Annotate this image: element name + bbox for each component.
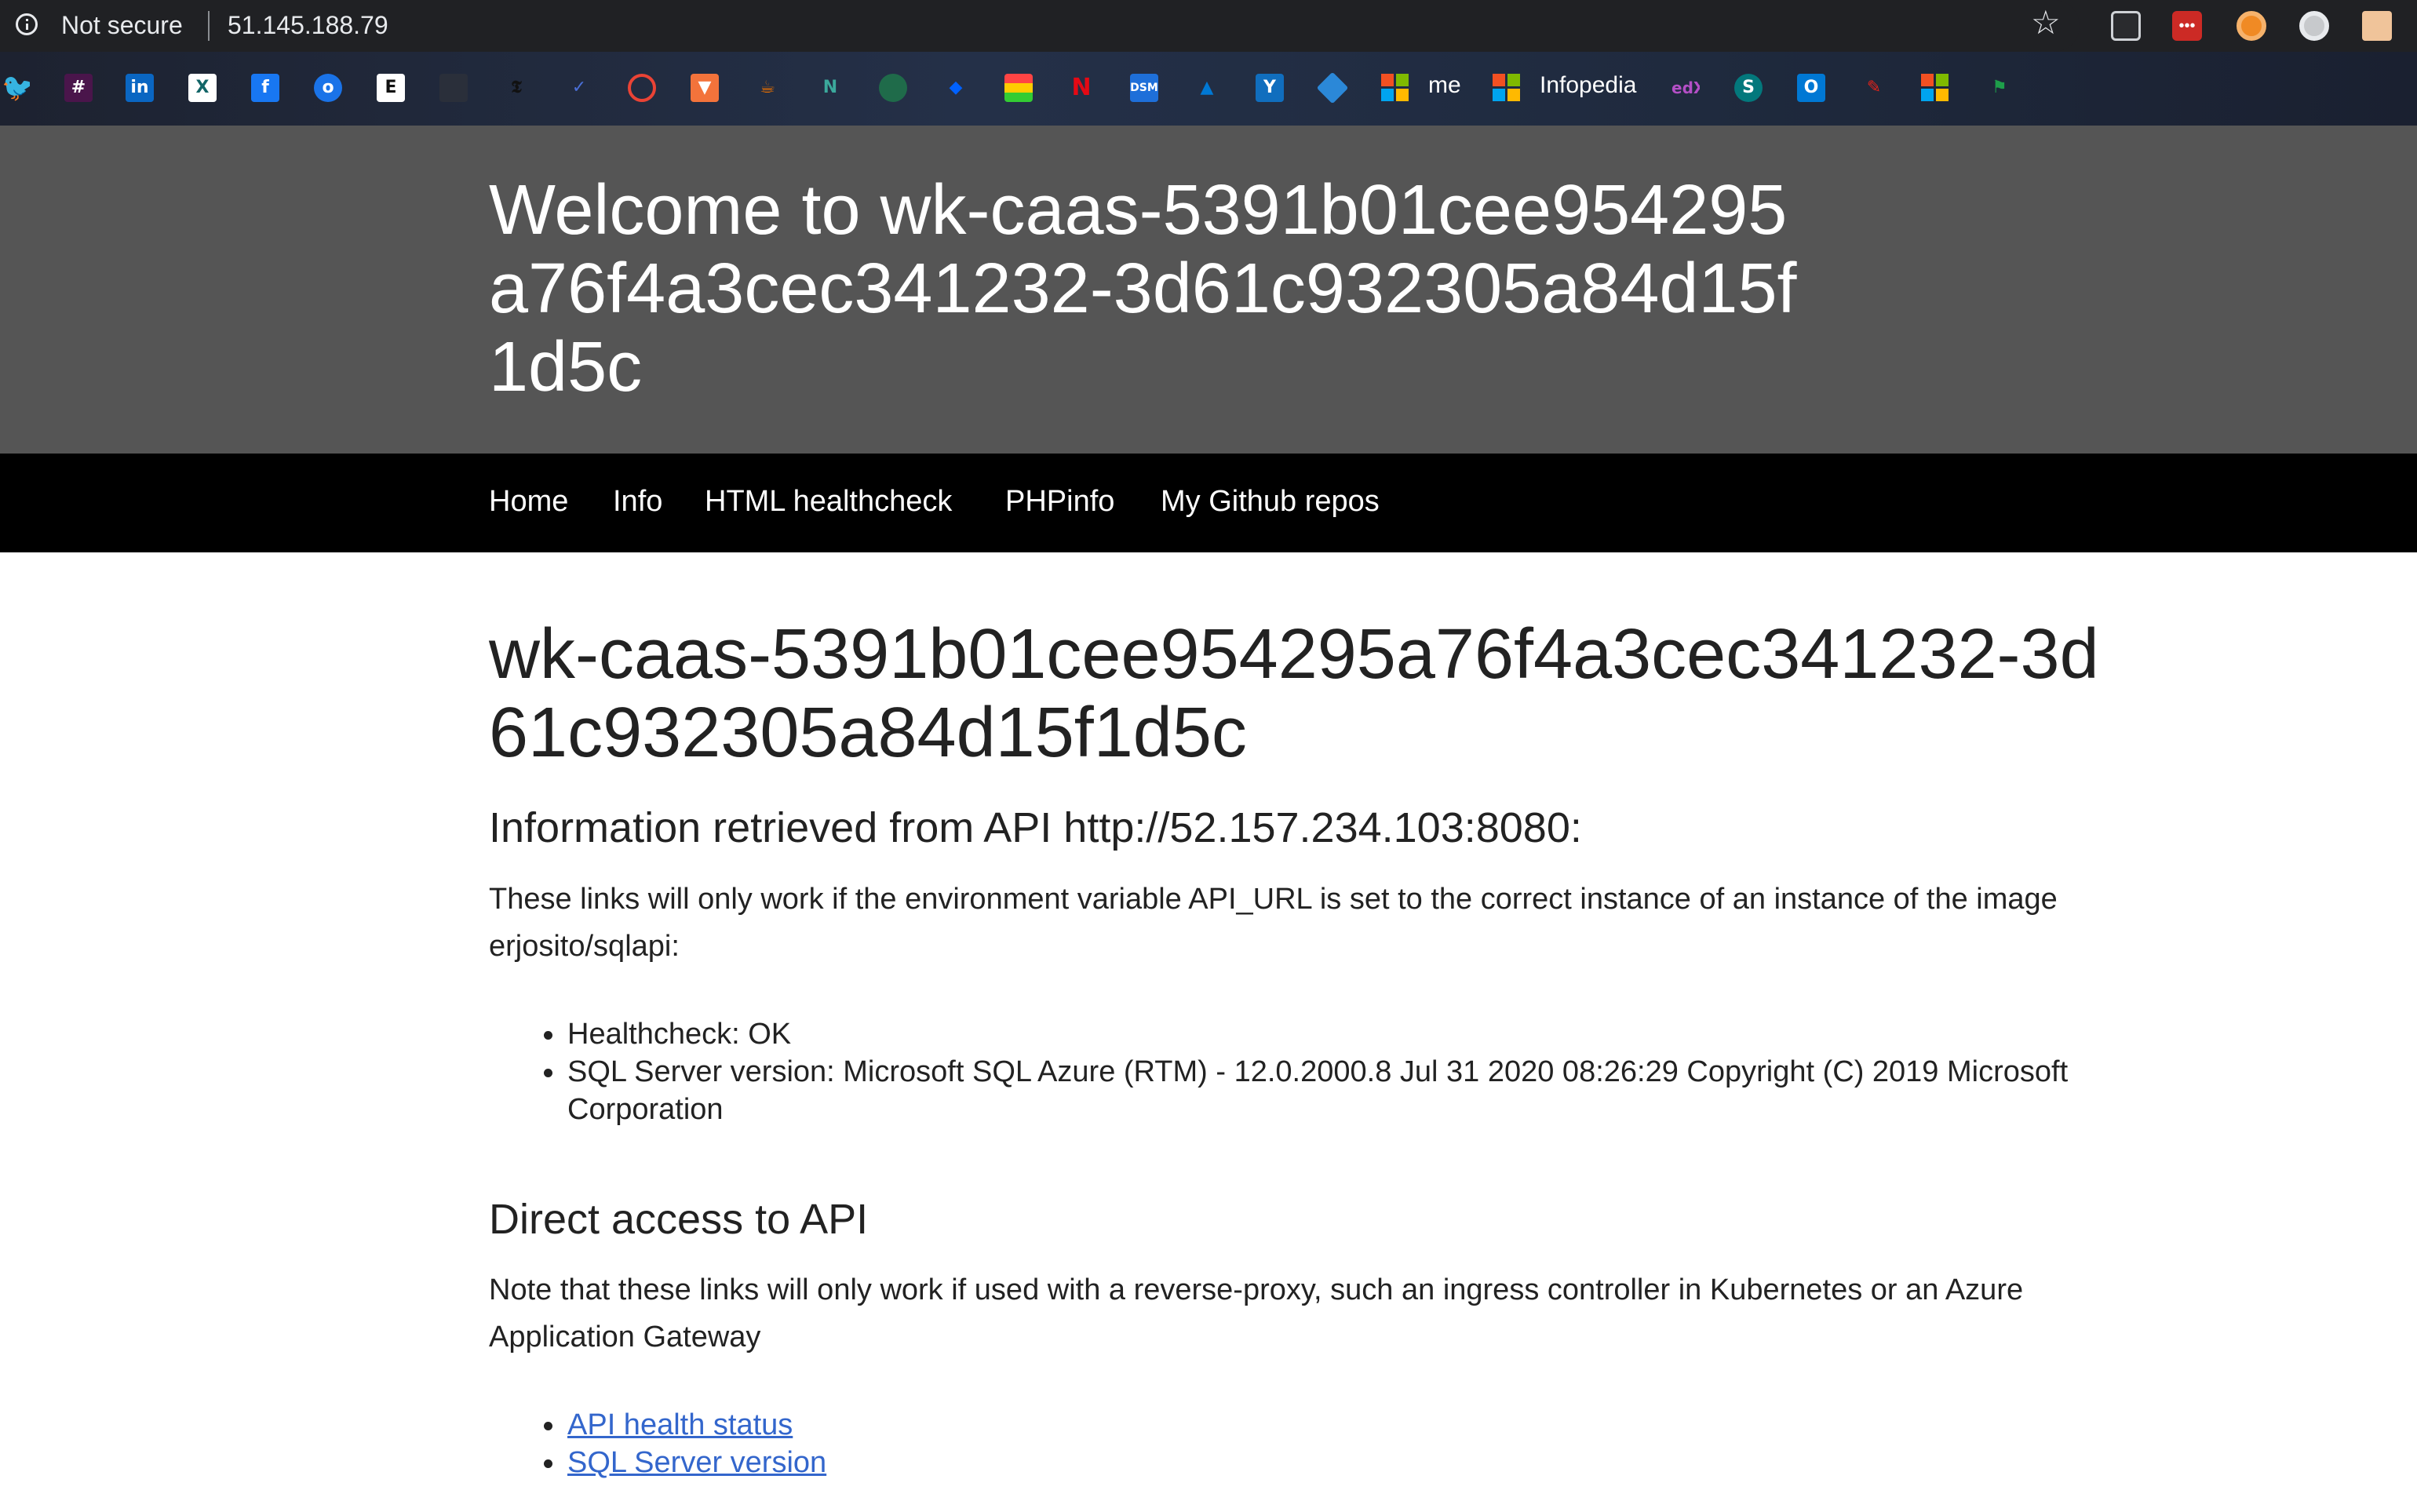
yammer-icon[interactable]: Y bbox=[1256, 74, 1284, 102]
bookmarks-bar: 🐦 # in X f o E 𝕿 ✓ ▼ ☕ N ◆ N DSM ▲ Y me … bbox=[0, 52, 2417, 126]
list-item: SQL Server version: Microsoft SQL Azure … bbox=[489, 1053, 2098, 1128]
facebook-icon[interactable]: f bbox=[251, 74, 279, 102]
diamond-icon[interactable] bbox=[1316, 71, 1349, 104]
direct-access-heading: Direct access to API bbox=[489, 1196, 869, 1243]
microsoft-logo-icon[interactable] bbox=[1493, 74, 1521, 102]
api-info-heading: Information retrieved from API http://52… bbox=[489, 804, 1582, 851]
green-flag-icon[interactable]: ⚑ bbox=[1985, 74, 2014, 102]
list-item: API health status bbox=[489, 1406, 2098, 1444]
nav-info[interactable]: Info bbox=[613, 485, 662, 519]
brave-icon[interactable]: ▼ bbox=[691, 74, 719, 102]
bookmark-me[interactable]: me bbox=[1428, 72, 1461, 99]
direct-access-description: Note that these links will only work if … bbox=[489, 1273, 2024, 1354]
xing-icon[interactable]: X bbox=[188, 74, 217, 102]
twitter-icon[interactable]: 🐦 bbox=[2, 74, 30, 102]
site-header: Welcome to wk-caas-5391b01cee954295a76f4… bbox=[0, 126, 2417, 454]
outlook-icon[interactable]: O bbox=[1797, 74, 1825, 102]
api-info-list: Healthcheck: OK SQL Server version: Micr… bbox=[489, 1015, 2098, 1128]
e-icon[interactable]: E bbox=[377, 74, 405, 102]
sql-server-version-link[interactable]: SQL Server version bbox=[567, 1446, 826, 1479]
direct-access-links: API health status SQL Server version bbox=[489, 1406, 2098, 1481]
security-status[interactable]: Not secure bbox=[61, 11, 183, 40]
site-title: Welcome to wk-caas-5391b01cee954295a76f4… bbox=[489, 171, 1797, 406]
info-icon[interactable] bbox=[16, 13, 38, 35]
screenshot-extension-icon[interactable] bbox=[2111, 11, 2141, 41]
slack-icon[interactable]: # bbox=[64, 74, 93, 102]
page-heading: wk-caas-5391b01cee954295a76f4a3cec341232… bbox=[489, 615, 2099, 772]
ring-icon[interactable] bbox=[628, 74, 656, 102]
api-health-status-link[interactable]: API health status bbox=[567, 1408, 793, 1441]
microsoft-logo-icon[interactable] bbox=[1921, 74, 1949, 102]
sharepoint-icon[interactable]: S bbox=[1734, 74, 1763, 102]
java-icon[interactable]: ☕ bbox=[753, 74, 782, 102]
check-icon[interactable]: ✓ bbox=[565, 74, 593, 102]
nav-phpinfo[interactable]: PHPinfo bbox=[1005, 485, 1114, 519]
netflix-icon[interactable]: N bbox=[1067, 74, 1095, 102]
main-nav: Home Info HTML healthcheck PHPinfo My Gi… bbox=[0, 454, 2417, 552]
dropbox-icon[interactable]: ◆ bbox=[942, 74, 970, 102]
nav-github-repos[interactable]: My Github repos bbox=[1161, 485, 1380, 519]
url-text[interactable]: 51.145.188.79 bbox=[228, 11, 388, 40]
microsoft-logo-icon[interactable] bbox=[1381, 74, 1409, 102]
linkedin-icon[interactable]: in bbox=[126, 74, 154, 102]
api-info-description: These links will only work if the enviro… bbox=[489, 883, 2058, 963]
grey-extension-icon[interactable] bbox=[2299, 11, 2329, 41]
nav-html-healthcheck[interactable]: HTML healthcheck bbox=[705, 485, 952, 519]
bookmark-star-icon[interactable]: ☆ bbox=[2031, 6, 2061, 39]
circle-o-icon[interactable]: o bbox=[314, 74, 342, 102]
list-item: SQL Server version bbox=[489, 1444, 2098, 1481]
nyt-icon[interactable]: 𝕿 bbox=[502, 74, 530, 102]
green-logo-icon[interactable] bbox=[879, 74, 907, 102]
bookmark-infopedia[interactable]: Infopedia bbox=[1540, 72, 1636, 99]
lastpass-extension-icon[interactable]: ••• bbox=[2172, 11, 2202, 41]
profile-extension-icon[interactable] bbox=[2362, 11, 2392, 41]
nav-home[interactable]: Home bbox=[489, 485, 568, 519]
n-icon[interactable]: N bbox=[816, 74, 844, 102]
address-separator bbox=[208, 11, 210, 41]
azure-icon[interactable]: ▲ bbox=[1193, 74, 1221, 102]
toolbox-icon[interactable] bbox=[1004, 74, 1033, 102]
dark-bookmark-icon[interactable] bbox=[439, 74, 468, 102]
edx-icon[interactable]: edX bbox=[1671, 74, 1700, 102]
browser-toolbar: Not secure 51.145.188.79 ☆ ••• bbox=[0, 0, 2417, 52]
list-item: Healthcheck: OK bbox=[489, 1015, 2098, 1053]
orange-extension-icon[interactable] bbox=[2237, 11, 2266, 41]
dsm-icon[interactable]: DSM bbox=[1130, 74, 1158, 102]
red-tool-icon[interactable]: ✎ bbox=[1860, 74, 1888, 102]
address-bar[interactable]: Not secure 51.145.188.79 ☆ bbox=[0, 0, 2080, 52]
